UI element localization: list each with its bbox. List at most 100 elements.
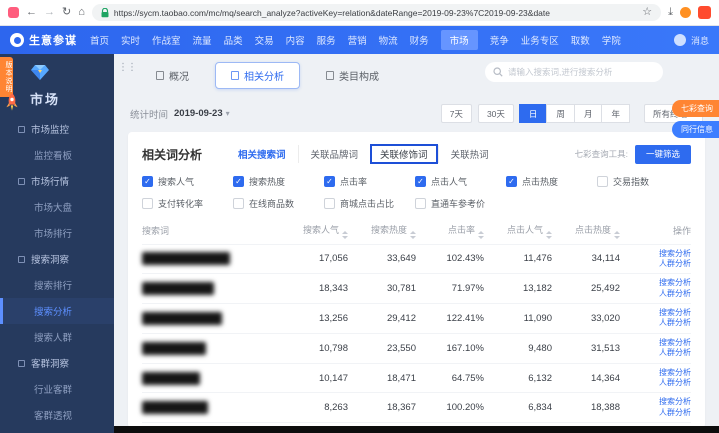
sidebar-item[interactable]: 搜索洞察 [0, 246, 114, 272]
granularity-button[interactable]: 年 [601, 104, 630, 123]
quick-range-button[interactable]: 7天 [441, 104, 472, 123]
column-header[interactable]: 点击人气 [484, 218, 552, 244]
column-header[interactable]: 搜索热度 [348, 218, 416, 244]
sidebar-item[interactable]: 客群洞察 [0, 350, 114, 376]
extension-icon[interactable] [680, 7, 691, 18]
sidebar-item[interactable]: 客群透视 [0, 402, 114, 428]
panel-tab[interactable]: 关联热词 [438, 145, 501, 163]
checkbox-icon[interactable]: ✓ [142, 176, 153, 187]
sidebar-item[interactable]: 市场排行 [0, 220, 114, 246]
granularity-button[interactable]: 月 [574, 104, 603, 123]
action-link[interactable]: 搜索分析 [620, 368, 691, 378]
sort-icon[interactable] [478, 231, 484, 239]
metric-checkbox[interactable]: ✓点击率 [324, 175, 415, 188]
column-header[interactable]: 点击率 [416, 218, 484, 244]
float-button[interactable]: 同行信息 [672, 121, 719, 138]
nav-item[interactable]: 学院 [602, 33, 621, 47]
action-link[interactable]: 搜索分析 [620, 308, 691, 318]
nav-item[interactable]: 取数 [571, 33, 590, 47]
action-link[interactable]: 人群分析 [620, 289, 691, 299]
checkbox-icon[interactable]: ✓ [233, 176, 244, 187]
nav-item[interactable]: 服务 [317, 33, 336, 47]
metric-checkbox[interactable]: ✓搜索热度 [233, 175, 324, 188]
sort-icon[interactable] [614, 231, 620, 239]
nav-item[interactable]: 首页 [90, 33, 109, 47]
nav-item[interactable]: 财务 [410, 33, 429, 47]
nav-item[interactable]: 内容 [286, 33, 305, 47]
column-header[interactable]: 点击热度 [552, 218, 620, 244]
version-ribbon[interactable]: 版本说明 [0, 57, 13, 97]
metric-checkbox[interactable]: 直通车参考价 [415, 197, 506, 210]
sidebar-item[interactable]: 搜索人群 [0, 324, 114, 350]
nav-item[interactable]: 作战室 [152, 33, 181, 47]
granularity-button[interactable]: 周 [546, 104, 575, 123]
checkbox-icon[interactable]: ✓ [324, 176, 335, 187]
action-link[interactable]: 人群分析 [620, 408, 691, 418]
sidebar-item[interactable]: 搜索分析 [0, 298, 114, 324]
nav-item[interactable]: 实时 [121, 33, 140, 47]
sort-icon[interactable] [546, 231, 552, 239]
page-tab[interactable]: 相关分析 [215, 62, 300, 89]
panel-tab[interactable]: 关联修饰词 [370, 144, 438, 164]
download-icon[interactable]: ⤓ [668, 7, 673, 18]
checkbox-icon[interactable] [597, 176, 608, 187]
brand[interactable]: 生意参谋 [10, 32, 77, 48]
sidebar-item[interactable]: 行业客群 [0, 376, 114, 402]
sidebar-item[interactable]: 监控看板 [0, 142, 114, 168]
home-icon[interactable]: ⌂ [78, 7, 85, 18]
sidebar-item[interactable]: 市场行情 [0, 168, 114, 194]
action-link[interactable]: 搜索分析 [620, 278, 691, 288]
metric-checkbox[interactable]: 支付转化率 [142, 197, 233, 210]
search-box[interactable] [485, 62, 663, 82]
back-icon[interactable]: ← [26, 7, 37, 18]
nav-item[interactable]: 物流 [379, 33, 398, 47]
metric-checkbox[interactable]: 交易指数 [597, 175, 688, 188]
sidebar-item[interactable]: 市场大盘 [0, 194, 114, 220]
nav-item[interactable]: 品类 [224, 33, 243, 47]
metric-checkbox[interactable]: ✓点击热度 [506, 175, 597, 188]
metric-checkbox[interactable]: ✓搜索人气 [142, 175, 233, 188]
sidebar-item[interactable]: 市场监控 [0, 116, 114, 142]
nav-item[interactable]: 交易 [255, 33, 274, 47]
sort-icon[interactable] [410, 231, 416, 239]
granularity-button[interactable]: 日 [519, 104, 548, 123]
one-click-filter-button[interactable]: 一键筛选 [635, 145, 691, 164]
refresh-icon[interactable]: ↻ [62, 7, 71, 18]
checkbox-icon[interactable] [324, 198, 335, 209]
action-link[interactable]: 人群分析 [620, 318, 691, 328]
metric-checkbox[interactable]: ✓点击人气 [415, 175, 506, 188]
metric-checkbox[interactable]: 商城点击占比 [324, 197, 415, 210]
nav-user[interactable]: 消息 [674, 34, 709, 47]
bookmark-star-icon[interactable]: ☆ [642, 7, 652, 18]
page-tab[interactable]: 概况 [140, 62, 205, 89]
checkbox-icon[interactable] [142, 198, 153, 209]
nav-item[interactable]: 营销 [348, 33, 367, 47]
panel-tab[interactable]: 关联品牌词 [298, 145, 371, 163]
action-link[interactable]: 搜索分析 [620, 338, 691, 348]
column-header[interactable]: 搜索人气 [280, 218, 348, 244]
action-link[interactable]: 人群分析 [620, 348, 691, 358]
stat-date-value[interactable]: 2019-09-23 [174, 108, 223, 119]
sidebar-item[interactable]: 搜索排行 [0, 272, 114, 298]
nav-item[interactable]: 流量 [193, 33, 212, 47]
address-bar[interactable]: https://sycm.taobao.com/mc/mq/search_ana… [92, 4, 661, 21]
float-button[interactable]: 七彩查询 [672, 100, 719, 117]
search-input[interactable] [508, 67, 655, 77]
nav-item[interactable]: 业务专区 [521, 33, 559, 47]
nav-item[interactable]: 市场 [441, 30, 478, 50]
checkbox-icon[interactable] [233, 198, 244, 209]
action-link[interactable]: 搜索分析 [620, 249, 691, 259]
record-button[interactable] [698, 6, 711, 19]
checkbox-icon[interactable]: ✓ [506, 176, 517, 187]
sort-icon[interactable] [342, 231, 348, 239]
page-tab[interactable]: 类目构成 [310, 62, 395, 89]
forward-icon[interactable]: → [44, 7, 55, 18]
checkbox-icon[interactable]: ✓ [415, 176, 426, 187]
nav-item[interactable]: 竞争 [490, 33, 509, 47]
quick-range-button[interactable]: 30天 [478, 104, 514, 123]
sidebar-item[interactable]: 机会洞察 [0, 428, 114, 433]
metric-checkbox[interactable]: 在线商品数 [233, 197, 324, 210]
action-link[interactable]: 搜索分析 [620, 397, 691, 407]
checkbox-icon[interactable] [415, 198, 426, 209]
action-link[interactable]: 人群分析 [620, 378, 691, 388]
